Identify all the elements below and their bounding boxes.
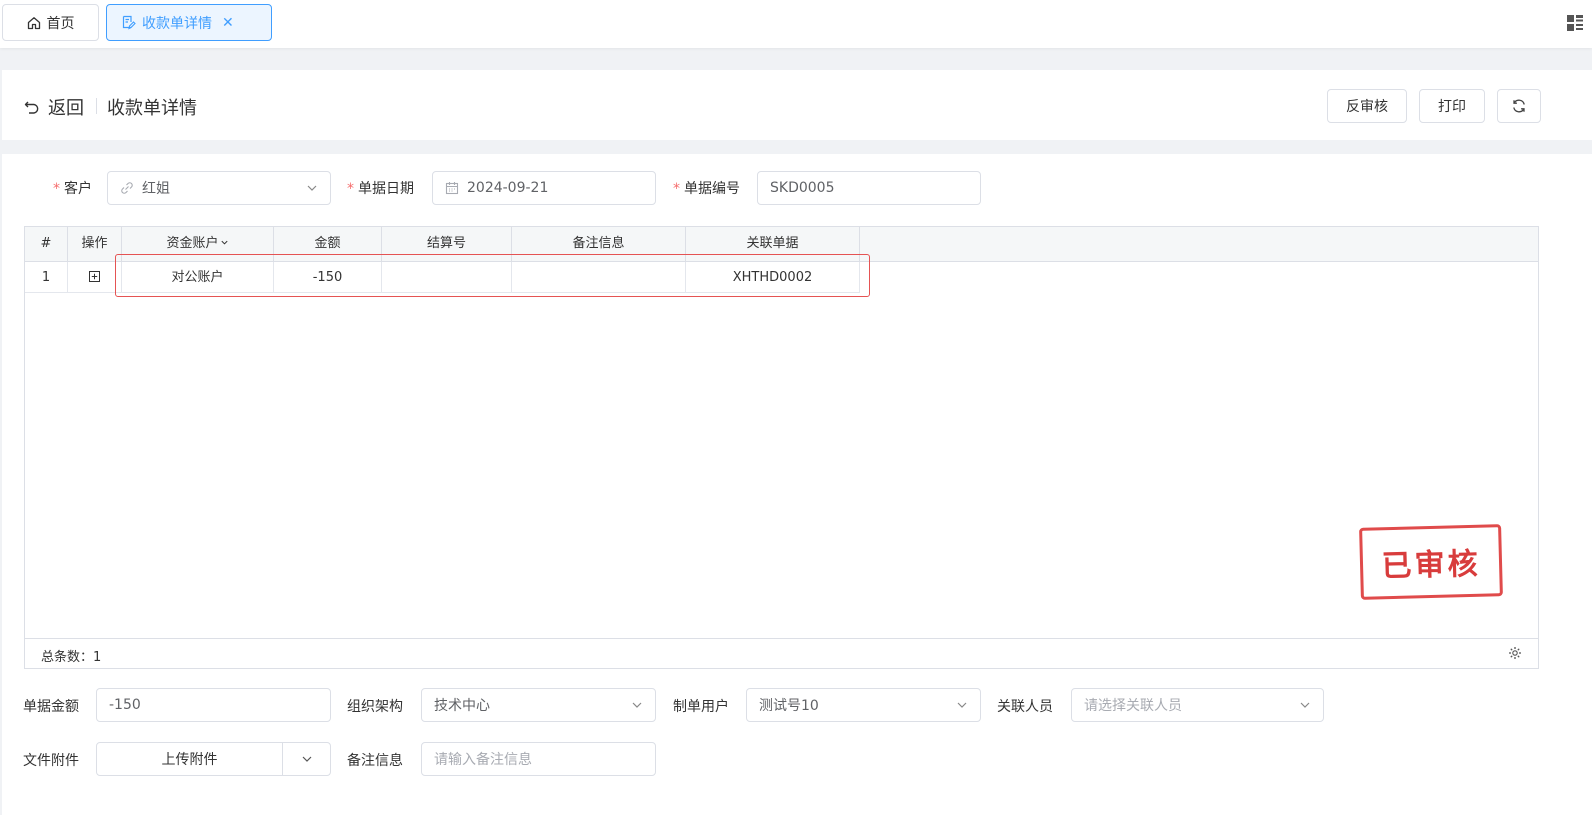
note-placeholder: 请输入备注信息 (434, 752, 532, 768)
gear-icon[interactable] (1508, 646, 1522, 660)
org-select[interactable]: 技术中心 (421, 688, 656, 722)
document-edit-icon (122, 15, 136, 30)
related-label: 关联人员 (997, 699, 1053, 715)
customer-value: 红姐 (142, 181, 170, 197)
total-count: 总条数：1 (41, 650, 102, 665)
creator-value: 测试号10 (759, 698, 819, 714)
amount-field[interactable]: -150 (96, 688, 331, 722)
tab-home[interactable]: 首页 (2, 4, 99, 41)
org-value: 技术中心 (434, 698, 490, 714)
refresh-button[interactable] (1497, 89, 1541, 123)
customer-select[interactable]: 红姐 (107, 171, 331, 205)
unaudit-button[interactable]: 反审核 (1327, 89, 1407, 123)
row-highlight-box (115, 254, 870, 297)
org-label: 组织架构 (347, 699, 403, 715)
chevron-down-icon (307, 185, 317, 191)
print-button[interactable]: 打印 (1419, 89, 1485, 123)
back-button[interactable]: 返回 (24, 94, 84, 120)
chevron-down-icon (957, 702, 967, 708)
col-index: # (25, 227, 68, 261)
date-picker[interactable]: 2024-09-21 (432, 171, 656, 205)
chevron-down-icon (1300, 702, 1310, 708)
creator-label: 制单用户 (673, 699, 729, 715)
expand-plus-icon[interactable] (89, 271, 100, 282)
attach-label: 文件附件 (23, 753, 79, 769)
table-footer: 总条数：1 (25, 638, 1538, 668)
close-icon[interactable]: ✕ (222, 15, 234, 31)
tab-receipt-detail[interactable]: 收款单详情 ✕ (106, 4, 272, 41)
tab-receipt-detail-label: 收款单详情 (142, 15, 212, 32)
back-label: 返回 (48, 98, 84, 119)
home-icon (27, 16, 40, 29)
note-input[interactable]: 请输入备注信息 (421, 742, 656, 776)
creator-select[interactable]: 测试号10 (746, 688, 981, 722)
tab-home-label: 首页 (46, 15, 75, 32)
note-label: 备注信息 (347, 753, 403, 769)
back-arrow-icon (24, 101, 39, 114)
approved-stamp: 已审核 (1359, 524, 1503, 600)
upload-dropdown-button[interactable] (282, 742, 331, 776)
chevron-down-icon (632, 702, 642, 708)
tab-bar: 首页 收款单详情 ✕ (0, 0, 1592, 48)
chevron-down-icon (220, 240, 228, 245)
upload-label: 上传附件 (161, 752, 218, 768)
amount-label: 单据金额 (23, 699, 79, 715)
page-title: 收款单详情 (107, 98, 197, 119)
refresh-icon (1513, 99, 1525, 113)
related-placeholder: 请选择关联人员 (1084, 698, 1182, 714)
code-value: SKD0005 (770, 180, 835, 196)
layout-grid-icon[interactable] (1566, 14, 1584, 32)
link-icon (121, 182, 133, 194)
page-header: 返回 收款单详情 反审核 打印 (2, 70, 1592, 140)
detail-table: # 操作 资金账户 金额 结算号 备注信息 关联单据 1 对公账户 -150 X… (24, 226, 1539, 669)
calendar-icon (445, 182, 459, 195)
cell-index: 1 (25, 262, 68, 293)
header-divider (96, 98, 97, 114)
date-value: 2024-09-21 (467, 180, 549, 196)
amount-value: -150 (109, 697, 141, 713)
customer-label: * 客户 (53, 181, 92, 197)
cell-operation (68, 262, 122, 293)
upload-button[interactable]: 上传附件 (96, 742, 283, 776)
chevron-down-icon (302, 756, 311, 762)
date-label: * 单据日期 (347, 181, 414, 197)
col-operation: 操作 (68, 227, 122, 261)
code-label: * 单据编号 (673, 181, 740, 197)
related-select[interactable]: 请选择关联人员 (1071, 688, 1324, 722)
code-field[interactable]: SKD0005 (757, 171, 981, 205)
